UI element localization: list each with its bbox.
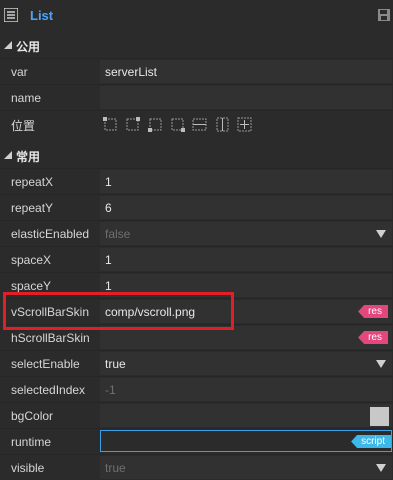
property-value: 1 (105, 175, 112, 189)
property-name: runtime (11, 435, 52, 449)
property-row-elasticenabled: elasticEnabled false (0, 220, 393, 246)
section-common-label: 常用 (16, 150, 41, 164)
property-row-spacex: spaceX 1 (0, 246, 393, 272)
panel-header: List (0, 0, 393, 32)
property-name: spaceX (11, 253, 52, 267)
script-tag[interactable]: script (351, 435, 391, 448)
property-name: elasticEnabled (11, 227, 90, 241)
property-value: 1 (105, 279, 112, 293)
runtime-input[interactable] (100, 430, 392, 452)
property-name: visible (11, 461, 45, 475)
bgcolor-input[interactable] (100, 404, 392, 427)
property-name: repeatX (11, 175, 54, 189)
spacex-input[interactable] (100, 248, 392, 271)
property-value: -1 (105, 383, 116, 397)
property-row-position: 位置 (0, 110, 393, 136)
property-name: name (11, 91, 42, 105)
property-value: true (105, 357, 126, 371)
property-name: repeatY (11, 201, 54, 215)
align-bottom-left-icon[interactable] (147, 117, 163, 132)
property-name: selectedIndex (11, 383, 86, 397)
selectedindex-input[interactable] (100, 378, 392, 401)
dropdown-caret-icon[interactable] (376, 464, 386, 472)
res-tag[interactable]: res (358, 331, 388, 344)
dropdown-caret-icon[interactable] (376, 230, 386, 238)
property-name: spaceY (11, 279, 52, 293)
property-value: 6 (105, 201, 112, 215)
property-row-runtime: runtime script (0, 428, 393, 454)
property-name: selectEnable (11, 357, 80, 371)
section-common[interactable]: 常用 (0, 142, 393, 168)
property-name: bgColor (11, 409, 54, 423)
collapse-triangle-icon[interactable] (4, 151, 12, 159)
align-bottom-right-icon[interactable] (170, 117, 186, 132)
property-value: serverList (105, 65, 158, 79)
property-name: hScrollBarSkin (11, 331, 90, 345)
align-horizontal-center-icon[interactable] (192, 117, 207, 132)
align-top-right-icon[interactable] (125, 117, 141, 132)
property-value: true (105, 461, 126, 475)
property-name: var (11, 65, 28, 79)
property-row-repeaty: repeatY 6 (0, 194, 393, 220)
align-vertical-center-icon[interactable] (215, 117, 230, 132)
color-swatch[interactable] (370, 407, 389, 426)
highlight-box (3, 292, 234, 330)
property-value: false (105, 227, 131, 241)
property-value: 1 (105, 253, 112, 267)
repeatx-input[interactable] (100, 170, 392, 193)
section-public[interactable]: 公用 (0, 32, 393, 58)
align-center-icon[interactable] (237, 117, 252, 132)
property-row-selectedindex: selectedIndex -1 (0, 376, 393, 402)
property-row-visible: visible true (0, 454, 393, 480)
collapse-triangle-icon[interactable] (4, 41, 12, 49)
property-row-selectenable: selectEnable true (0, 350, 393, 376)
property-row-bgcolor: bgColor (0, 402, 393, 428)
dropdown-caret-icon[interactable] (376, 360, 386, 368)
property-name: 位置 (11, 119, 36, 133)
property-row-var: var serverList (0, 58, 393, 84)
repeaty-input[interactable] (100, 196, 392, 219)
elasticenabled-select[interactable] (100, 222, 392, 245)
align-top-left-icon[interactable] (103, 117, 118, 132)
property-row-repeatx: repeatX 1 (0, 168, 393, 194)
position-icons (103, 117, 256, 132)
list-icon (4, 8, 18, 22)
section-public-label: 公用 (16, 40, 41, 54)
visible-select[interactable] (100, 456, 392, 479)
selectenable-select[interactable] (100, 352, 392, 375)
name-input[interactable] (100, 86, 392, 109)
save-icon[interactable] (378, 9, 390, 21)
property-row-name: name (0, 84, 393, 110)
res-tag[interactable]: res (358, 305, 388, 318)
panel-title: List (30, 8, 54, 23)
